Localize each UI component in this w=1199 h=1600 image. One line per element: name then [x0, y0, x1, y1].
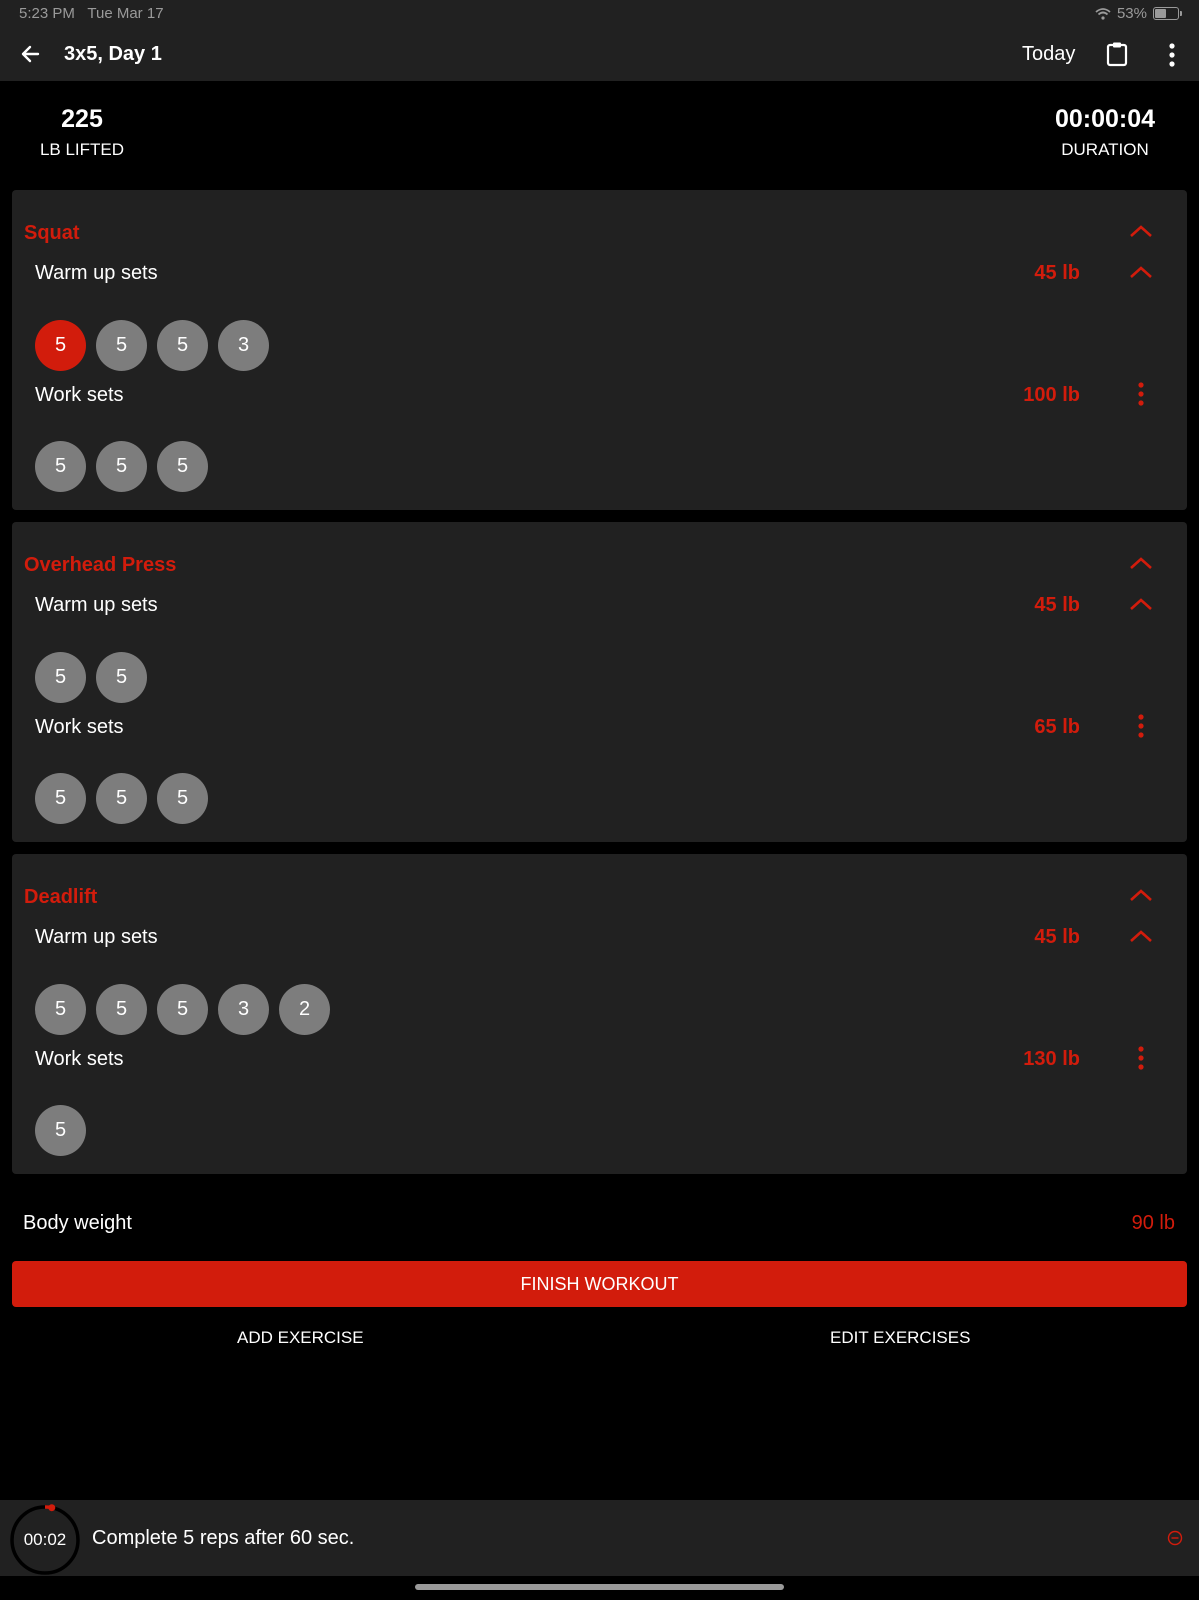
body-weight-label: Body weight — [23, 1212, 132, 1234]
home-indicator[interactable] — [415, 1584, 784, 1590]
set-circle[interactable]: 3 — [218, 320, 269, 371]
set-circle[interactable]: 5 — [157, 441, 208, 492]
work-weight[interactable]: 100 lb — [1023, 384, 1080, 407]
work-weight[interactable]: 130 lb — [1023, 1048, 1080, 1071]
set-circle[interactable]: 5 — [35, 984, 86, 1035]
battery-icon — [1153, 7, 1182, 20]
clipboard-icon[interactable] — [1106, 41, 1128, 67]
warmup-sets: 5 5 — [35, 652, 147, 703]
more-vertical-icon[interactable] — [1136, 713, 1146, 739]
timer-value: 00:02 — [23, 1530, 67, 1549]
body-weight-value[interactable]: 90 lb — [1132, 1212, 1175, 1235]
warmup-weight[interactable]: 45 lb — [1034, 594, 1080, 617]
app-bar: 3x5, Day 1 Today — [0, 28, 1199, 81]
more-vertical-icon[interactable] — [1162, 42, 1182, 68]
lb-lifted-label: LB LIFTED — [39, 140, 125, 159]
minus-circle-icon[interactable] — [1167, 1530, 1183, 1546]
chevron-up-icon[interactable] — [1129, 265, 1153, 279]
set-circle[interactable]: 5 — [35, 441, 86, 492]
edit-exercises-button[interactable]: EDIT EXERCISES — [830, 1328, 970, 1348]
exercise-card-squat: Squat Warm up sets 45 lb 5 5 5 3 Work se… — [12, 190, 1187, 510]
exercise-card-deadlift: Deadlift Warm up sets 45 lb 5 5 5 3 2 Wo… — [12, 854, 1187, 1174]
set-circle[interactable]: 2 — [279, 984, 330, 1035]
lb-lifted-value: 225 — [61, 105, 103, 133]
set-circle[interactable]: 5 — [35, 320, 86, 371]
work-weight[interactable]: 65 lb — [1034, 716, 1080, 739]
set-circle[interactable]: 5 — [35, 773, 86, 824]
set-circle[interactable]: 5 — [96, 441, 147, 492]
status-right: 53% — [1095, 5, 1182, 22]
warmup-label: Warm up sets — [35, 926, 158, 948]
set-circle[interactable]: 5 — [35, 652, 86, 703]
lb-lifted-stat: 225 LB LIFTED — [30, 105, 134, 160]
set-circle[interactable]: 5 — [35, 1105, 86, 1156]
battery-fill — [1155, 9, 1166, 18]
status-bar: 5:23 PM Tue Mar 17 53% — [0, 0, 1199, 28]
warmup-weight[interactable]: 45 lb — [1034, 262, 1080, 285]
exercise-name: Squat — [24, 222, 80, 244]
set-circle[interactable]: 5 — [96, 652, 147, 703]
set-circle[interactable]: 5 — [96, 320, 147, 371]
set-circle[interactable]: 3 — [218, 984, 269, 1035]
duration-stat: 00:00:04 DURATION — [1040, 105, 1170, 160]
warmup-label: Warm up sets — [35, 594, 158, 616]
chevron-up-icon[interactable] — [1129, 929, 1153, 943]
warmup-label: Warm up sets — [35, 262, 158, 284]
more-vertical-icon[interactable] — [1136, 1045, 1146, 1071]
work-sets-label: Work sets — [35, 384, 124, 406]
work-sets: 5 — [35, 1105, 86, 1156]
set-circle[interactable]: 5 — [157, 773, 208, 824]
chevron-up-icon[interactable] — [1129, 224, 1153, 238]
work-sets: 5 5 5 — [35, 441, 208, 492]
more-vertical-icon[interactable] — [1136, 381, 1146, 407]
today-button[interactable]: Today — [1022, 43, 1075, 66]
finish-workout-button[interactable]: FINISH WORKOUT — [12, 1261, 1187, 1307]
duration-value: 00:00:04 — [1054, 105, 1156, 133]
set-circle[interactable]: 5 — [96, 984, 147, 1035]
status-time: 5:23 PM Tue Mar 17 — [19, 5, 164, 22]
warmup-weight[interactable]: 45 lb — [1034, 926, 1080, 949]
timer-message: Complete 5 reps after 60 sec. — [92, 1527, 355, 1549]
wifi-icon — [1095, 7, 1111, 20]
rest-timer-bar: 00:02 Complete 5 reps after 60 sec. — [0, 1500, 1199, 1576]
exercise-name: Overhead Press — [24, 554, 177, 576]
arrow-left-icon[interactable] — [18, 42, 42, 66]
exercise-name: Deadlift — [24, 886, 98, 908]
warmup-sets: 5 5 5 3 2 — [35, 984, 330, 1035]
duration-label: DURATION — [1061, 140, 1149, 159]
chevron-up-icon[interactable] — [1129, 597, 1153, 611]
exercise-card-overhead-press: Overhead Press Warm up sets 45 lb 5 5 Wo… — [12, 522, 1187, 842]
set-circle[interactable]: 5 — [157, 984, 208, 1035]
work-sets: 5 5 5 — [35, 773, 208, 824]
battery-percent: 53% — [1116, 5, 1147, 22]
work-sets-label: Work sets — [35, 1048, 124, 1070]
chevron-up-icon[interactable] — [1129, 888, 1153, 902]
add-exercise-button[interactable]: ADD EXERCISE — [237, 1328, 364, 1348]
chevron-up-icon[interactable] — [1129, 556, 1153, 570]
warmup-sets: 5 5 5 3 — [35, 320, 269, 371]
set-circle[interactable]: 5 — [157, 320, 208, 371]
work-sets-label: Work sets — [35, 716, 124, 738]
set-circle[interactable]: 5 — [96, 773, 147, 824]
page-title: 3x5, Day 1 — [64, 43, 162, 65]
